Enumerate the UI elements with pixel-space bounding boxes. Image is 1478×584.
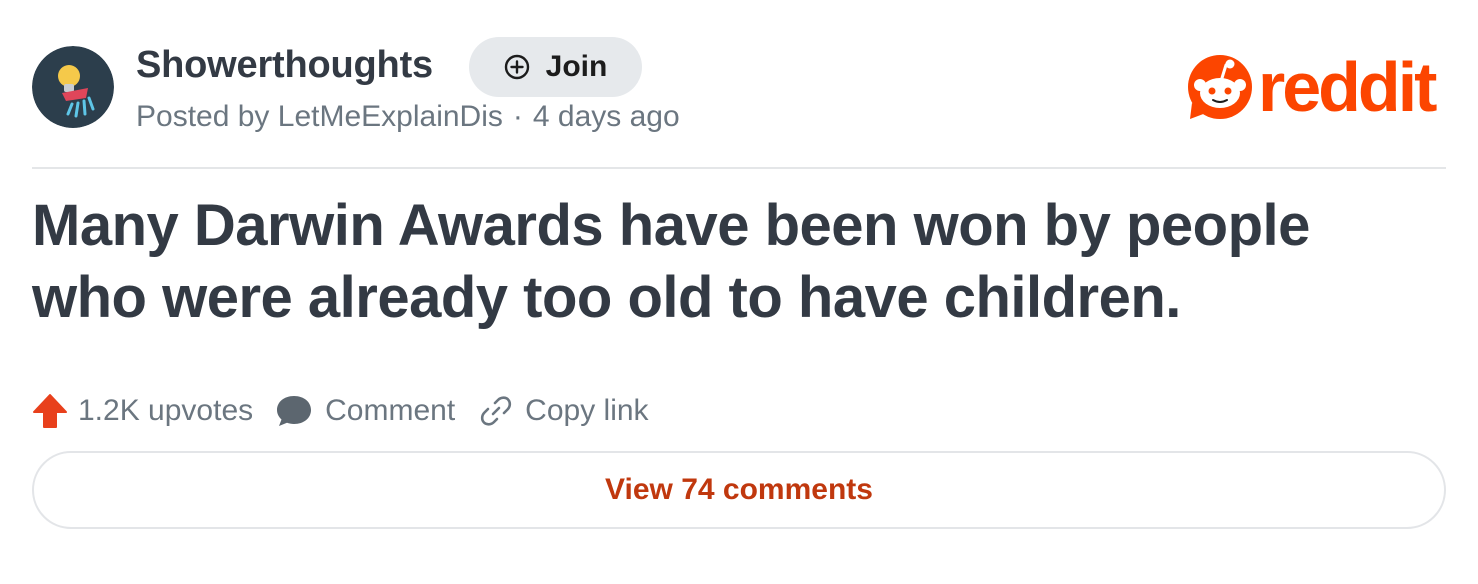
post-header: Showerthoughts Join Posted by LetMeExpla…	[0, 0, 1478, 168]
join-button[interactable]: Join	[469, 37, 642, 97]
view-comments-label: View 74 comments	[605, 473, 873, 506]
post-time: 4 days ago	[532, 100, 680, 133]
upvote-arrow-icon	[33, 394, 67, 428]
copy-link-button[interactable]: Copy link	[479, 394, 649, 428]
copy-link-label: Copy link	[525, 394, 649, 427]
reddit-snoo-icon	[1188, 55, 1252, 119]
upvote-button[interactable]: 1.2K upvotes	[32, 393, 253, 429]
reddit-logo: reddit	[1186, 48, 1437, 126]
post-actions: 1.2K upvotes Comment Copy link	[32, 386, 649, 436]
view-comments-button[interactable]: View 74 comments	[32, 451, 1446, 529]
post-meta: Posted by LetMeExplainDis · 4 days ago	[136, 100, 680, 134]
showerhead-lightbulb-icon	[32, 46, 114, 128]
comment-bubble-icon	[277, 396, 312, 426]
comment-label: Comment	[325, 394, 456, 427]
plus-circle-icon	[504, 54, 530, 80]
subreddit-name[interactable]: Showerthoughts	[136, 44, 433, 87]
header-divider	[32, 167, 1446, 169]
upvotes-count: 1.2K upvotes	[78, 394, 254, 427]
posted-by-prefix: Posted by	[136, 100, 270, 133]
reddit-wordmark: reddit	[1258, 48, 1437, 126]
post-title[interactable]: Many Darwin Awards have been won by peop…	[32, 190, 1432, 334]
subreddit-avatar[interactable]	[32, 46, 114, 128]
author-link[interactable]: LetMeExplainDis	[278, 100, 503, 133]
comment-button[interactable]: Comment	[275, 393, 455, 429]
link-icon	[481, 396, 512, 426]
meta-separator: ·	[512, 100, 523, 133]
join-label: Join	[545, 50, 608, 83]
